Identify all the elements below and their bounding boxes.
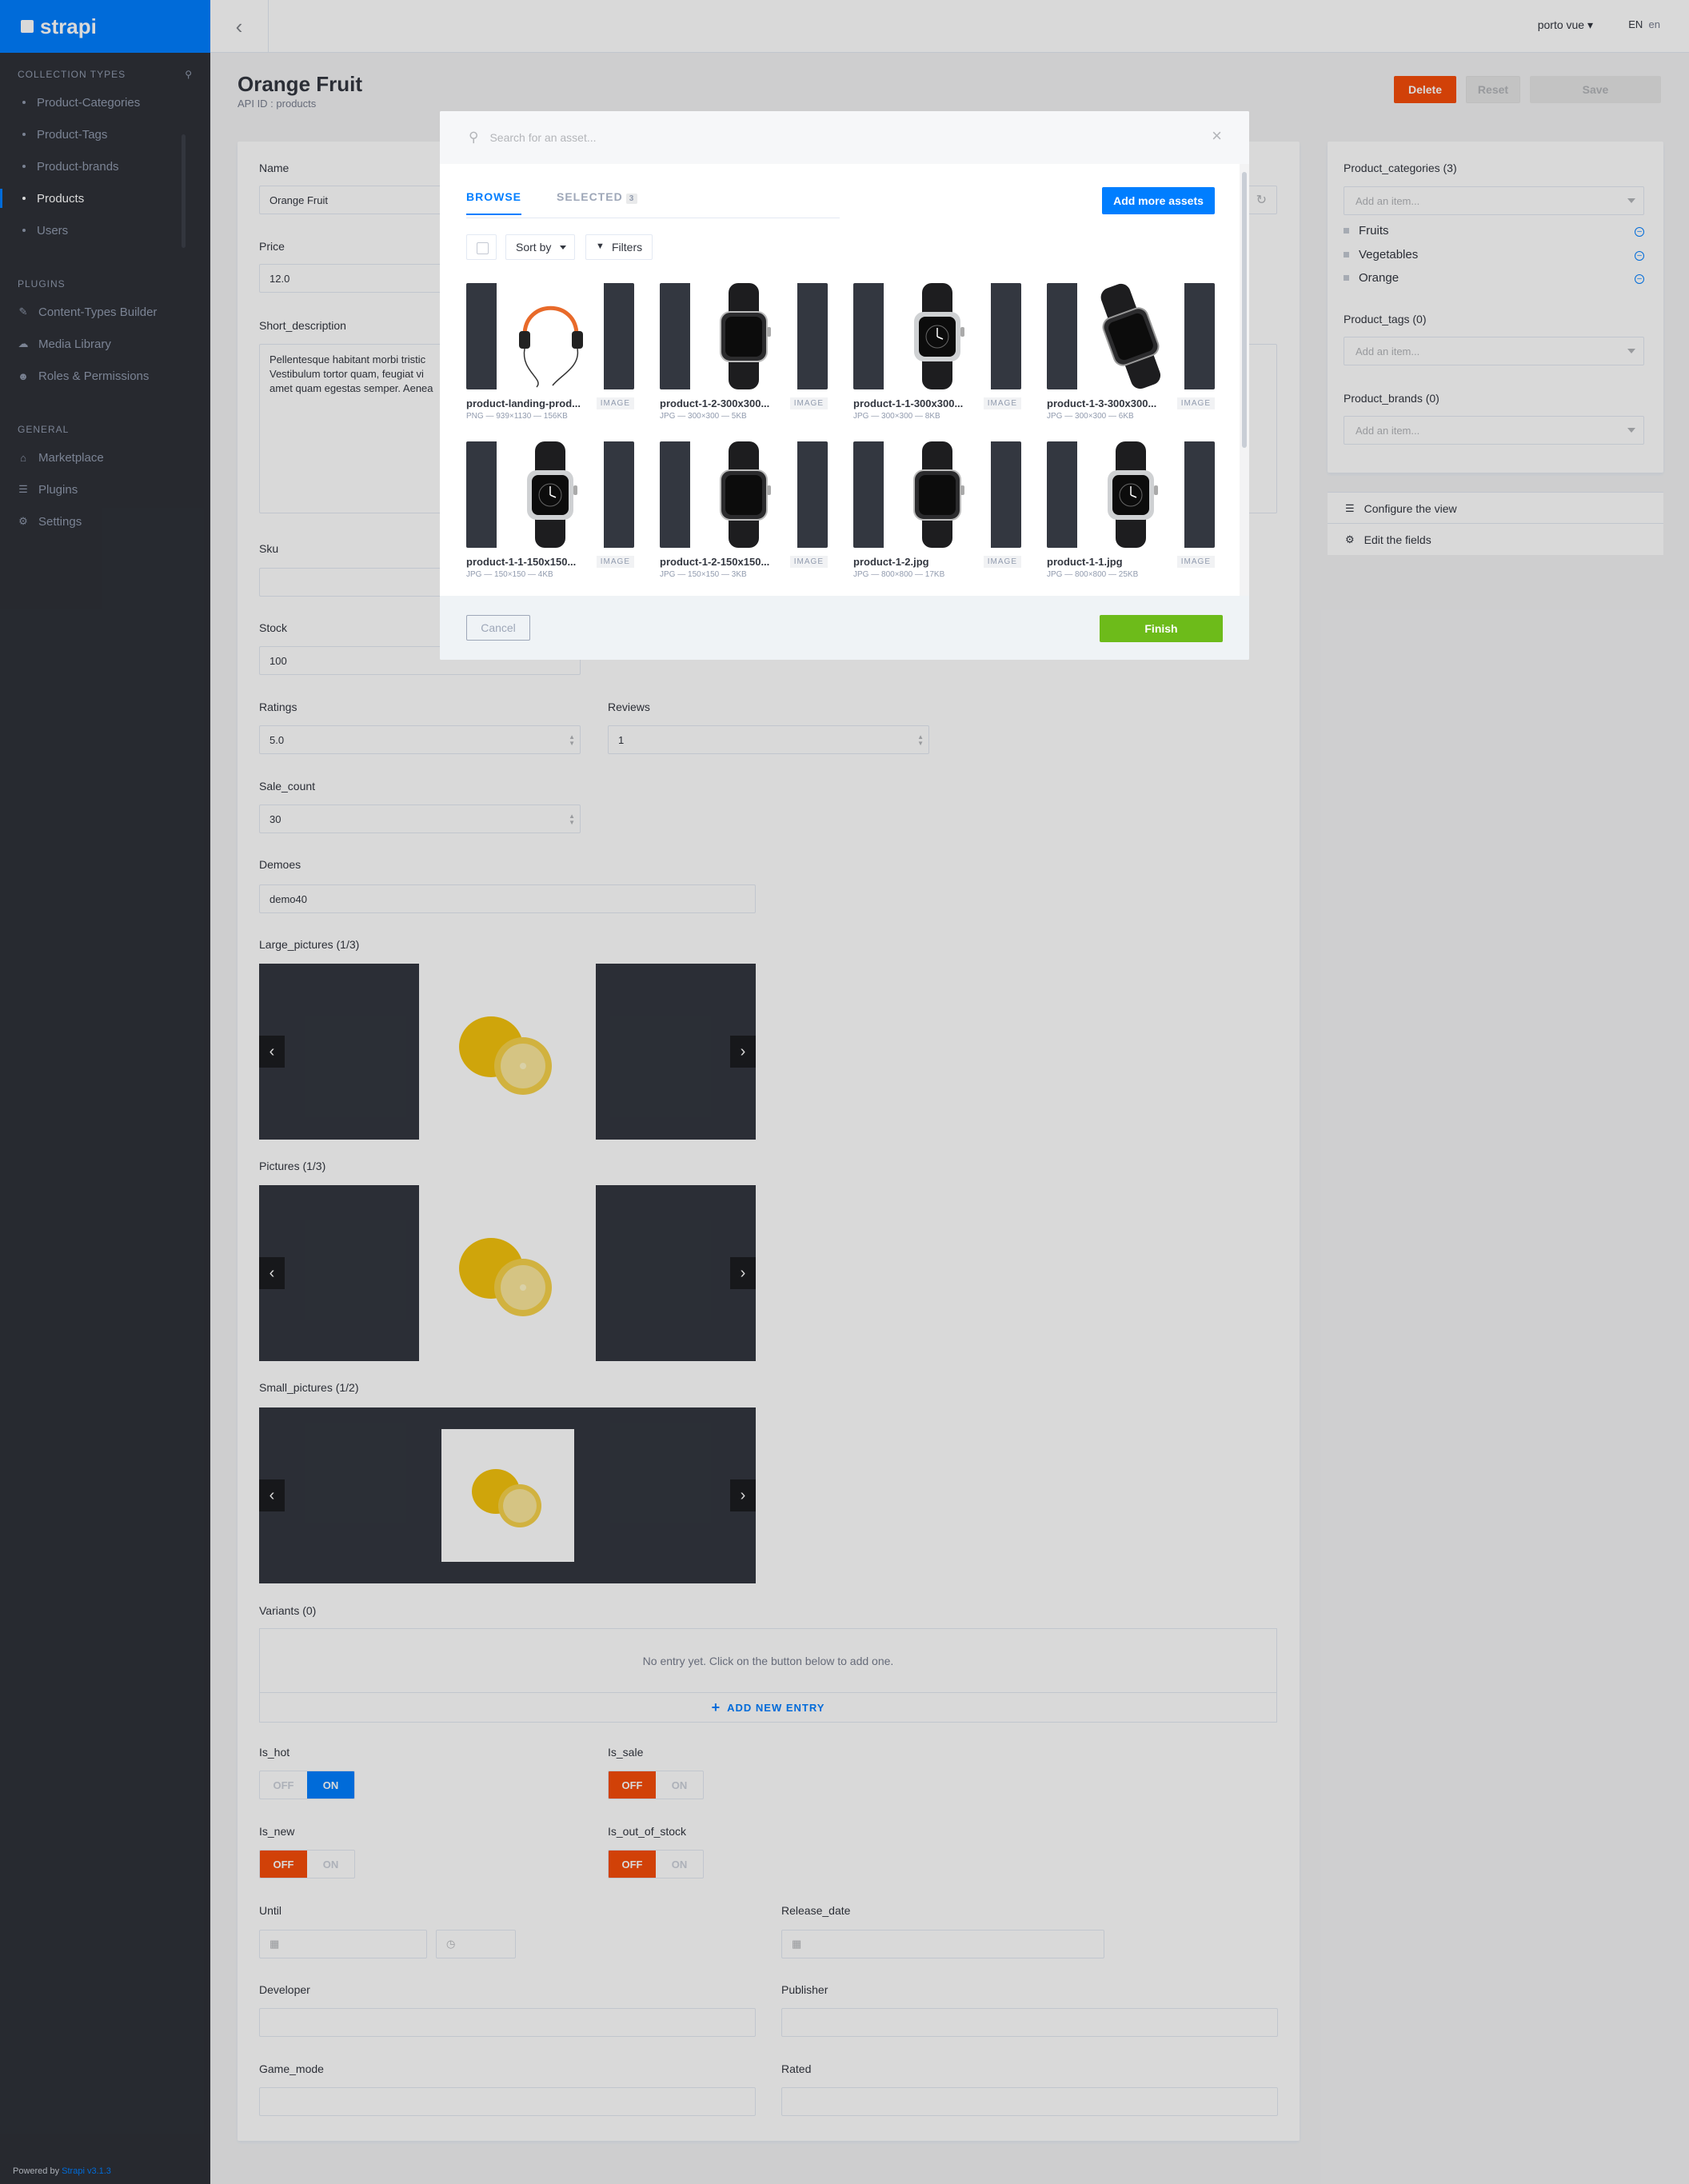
asset-meta: JPG — 300×300 — 5KB: [660, 412, 747, 421]
asset-name-row: product-1-1.jpg IMAGE: [1047, 556, 1215, 568]
finish-button[interactable]: Finish: [1100, 615, 1223, 642]
asset-type-badge: IMAGE: [983, 397, 1021, 409]
asset-image: [1077, 283, 1184, 389]
asset-type-badge: IMAGE: [983, 556, 1021, 568]
asset-name: product-1-2-150x150...: [660, 556, 770, 568]
asset-image: [497, 441, 604, 548]
media-library-modal: ⚲ Search for an asset... × BROWSE SELECTE…: [440, 111, 1249, 660]
asset-card[interactable]: product-1-1-150x150... IMAGE JPG — 150×150…: [466, 441, 634, 579]
asset-image: [1077, 441, 1184, 548]
asset-type-badge: IMAGE: [1176, 556, 1215, 568]
add-more-assets-button[interactable]: Add more assets: [1102, 187, 1215, 214]
filters-label: Filters: [612, 241, 643, 254]
asset-thumbnail[interactable]: [853, 283, 1021, 389]
cancel-button[interactable]: Cancel: [466, 615, 530, 641]
asset-card[interactable]: product-1-2-150x150... IMAGE JPG — 150×150…: [660, 441, 828, 579]
modal-scrollbar[interactable]: [1240, 164, 1249, 596]
select-all-checkbox[interactable]: [466, 234, 497, 260]
sort-by-label: Sort by: [516, 241, 552, 254]
asset-search-bar[interactable]: ⚲ Search for an asset...: [440, 111, 1249, 164]
modal-tabs: BROWSE SELECTED 3: [466, 190, 638, 215]
asset-meta: JPG — 800×800 — 17KB: [853, 570, 945, 579]
caret-down-icon: [560, 246, 566, 250]
asset-card[interactable]: product-1-2-300x300... IMAGE JPG — 300×300…: [660, 283, 828, 421]
asset-name: product-1-3-300x300...: [1047, 397, 1157, 409]
asset-name: product-1-2-300x300...: [660, 397, 770, 409]
asset-meta: JPG — 150×150 — 4KB: [466, 570, 553, 579]
asset-image: [690, 441, 797, 548]
asset-name: product-1-1-150x150...: [466, 556, 577, 568]
asset-name: product-1-1-300x300...: [853, 397, 964, 409]
asset-name-row: product-landing-prod... IMAGE: [466, 397, 634, 409]
asset-thumbnail[interactable]: [853, 441, 1021, 548]
close-icon[interactable]: ×: [1212, 126, 1222, 146]
asset-thumbnail[interactable]: [1047, 441, 1215, 548]
asset-type-badge: IMAGE: [789, 397, 828, 409]
asset-thumbnail[interactable]: [1047, 283, 1215, 389]
asset-meta: JPG — 300×300 — 8KB: [853, 412, 940, 421]
asset-name-row: product-1-2-300x300... IMAGE: [660, 397, 828, 409]
asset-name-row: product-1-1-300x300... IMAGE: [853, 397, 1021, 409]
search-icon: ⚲: [469, 130, 479, 145]
asset-meta: JPG — 800×800 — 25KB: [1047, 570, 1139, 579]
asset-name-row: product-1-2-150x150... IMAGE: [660, 556, 828, 568]
asset-thumbnail[interactable]: [660, 441, 828, 548]
asset-card[interactable]: product-1-3-300x300... IMAGE JPG — 300×300…: [1047, 283, 1215, 421]
asset-name-row: product-1-3-300x300... IMAGE: [1047, 397, 1215, 409]
asset-card[interactable]: product-1-1.jpg IMAGE JPG — 800×800 — 25KB: [1047, 441, 1215, 579]
asset-meta: JPG — 150×150 — 3KB: [660, 570, 747, 579]
asset-image: [690, 283, 797, 389]
tab-browse[interactable]: BROWSE: [466, 190, 521, 215]
asset-image: [497, 283, 604, 389]
tab-selected-label: SELECTED: [557, 190, 623, 203]
asset-card[interactable]: product-landing-prod... IMAGE PNG — 939×11…: [466, 283, 634, 421]
search-input[interactable]: Search for an asset...: [489, 131, 596, 144]
asset-type-badge: IMAGE: [596, 556, 634, 568]
asset-meta: PNG — 939×1130 — 156KB: [466, 412, 568, 421]
asset-thumbnail[interactable]: [660, 283, 828, 389]
asset-meta: JPG — 300×300 — 6KB: [1047, 412, 1134, 421]
filters-button[interactable]: ▼ Filters: [585, 234, 653, 260]
asset-name-row: product-1-1-150x150... IMAGE: [466, 556, 634, 568]
asset-type-badge: IMAGE: [1176, 397, 1215, 409]
asset-name: product-1-2.jpg: [853, 556, 929, 568]
asset-type-badge: IMAGE: [789, 556, 828, 568]
tab-browse-label: BROWSE: [466, 190, 521, 203]
asset-thumbnail[interactable]: [466, 441, 634, 548]
filter-icon: ▼: [596, 242, 605, 251]
asset-name: product-landing-prod...: [466, 397, 581, 409]
asset-type-badge: IMAGE: [596, 397, 634, 409]
asset-card[interactable]: product-1-1-300x300... IMAGE JPG — 300×300…: [853, 283, 1021, 421]
asset-name-row: product-1-2.jpg IMAGE: [853, 556, 1021, 568]
asset-image: [884, 283, 991, 389]
asset-thumbnail[interactable]: [466, 283, 634, 389]
asset-image: [884, 441, 991, 548]
sort-by-dropdown[interactable]: Sort by: [505, 234, 575, 260]
asset-name: product-1-1.jpg: [1047, 556, 1123, 568]
selected-count-badge: 3: [625, 194, 638, 204]
asset-card[interactable]: product-1-2.jpg IMAGE JPG — 800×800 — 17KB: [853, 441, 1021, 579]
tab-selected[interactable]: SELECTED 3: [557, 190, 638, 215]
